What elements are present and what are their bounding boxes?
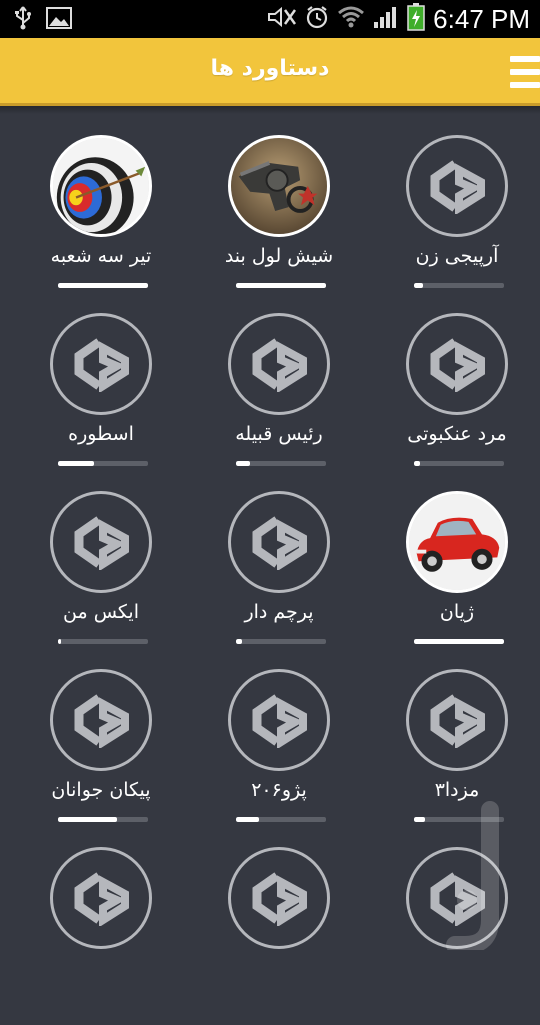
- achievement-progress-fill: [58, 817, 117, 822]
- achievement-progress-fill: [414, 461, 421, 466]
- hamburger-menu-icon[interactable]: [510, 56, 540, 88]
- clock-time: 6:47 PM: [433, 4, 530, 34]
- locked-logo-icon: [406, 669, 508, 771]
- achievement-label: رئیس قبیله: [235, 423, 323, 445]
- achievement-label: اسطوره: [68, 423, 134, 445]
- achievement-progress-bar: [58, 283, 148, 288]
- achievement-item[interactable]: پژو۲۰۶: [190, 669, 368, 847]
- achievement-label: ژیان: [439, 601, 475, 623]
- locked-logo-icon: [406, 313, 508, 415]
- achievement-item[interactable]: آرپیجی زن: [368, 135, 540, 313]
- achievement-progress-fill: [58, 461, 94, 466]
- achievement-progress-bar: [58, 461, 148, 466]
- locked-logo-icon: [50, 491, 152, 593]
- archery-target-icon: [50, 135, 152, 237]
- app-bar-shadow: [0, 106, 540, 114]
- achievement-item[interactable]: ژیان: [368, 491, 540, 669]
- achievement-label: پرچم دار: [244, 601, 314, 623]
- achievement-item[interactable]: [12, 847, 190, 1025]
- achievement-progress-fill: [58, 639, 61, 644]
- locked-logo-icon: [228, 491, 330, 593]
- achievement-progress-fill: [236, 283, 326, 288]
- achievement-item[interactable]: [190, 847, 368, 1025]
- achievement-progress-bar: [414, 639, 504, 644]
- locked-logo-icon: [50, 313, 152, 415]
- achievement-progress-bar: [414, 461, 504, 466]
- locked-logo-icon: [50, 847, 152, 949]
- achievement-label: ایکس من: [63, 601, 139, 623]
- achievement-label: شیش لول بند: [224, 245, 334, 267]
- achievement-label: مرد عنکبوتی: [407, 423, 507, 445]
- achievement-progress-fill: [58, 283, 148, 288]
- achievement-item[interactable]: پیکان جوانان: [12, 669, 190, 847]
- image-icon: [46, 7, 72, 33]
- achievement-progress-bar: [58, 817, 148, 822]
- locked-logo-icon: [228, 847, 330, 949]
- achievement-label: پیکان جوانان: [51, 779, 151, 801]
- achievement-label: تیر سه شعبه: [50, 245, 152, 267]
- achievement-progress-fill: [414, 283, 423, 288]
- wifi-icon: [337, 5, 365, 33]
- achievement-progress-bar: [236, 639, 326, 644]
- revolver-icon: [228, 135, 330, 237]
- achievement-item[interactable]: مرد عنکبوتی: [368, 313, 540, 491]
- achievement-item[interactable]: ایکس من: [12, 491, 190, 669]
- achievement-progress-bar: [236, 283, 326, 288]
- achievement-progress-fill: [414, 817, 425, 822]
- achievement-item[interactable]: شیش لول بند: [190, 135, 368, 313]
- achievement-item[interactable]: پرچم دار: [190, 491, 368, 669]
- achievement-label: آرپیجی زن: [415, 245, 499, 267]
- achievement-progress-bar: [414, 283, 504, 288]
- page-title: دستاورد ها: [210, 56, 330, 81]
- mute-icon: [267, 6, 297, 32]
- locked-logo-icon: [228, 313, 330, 415]
- achievement-progress-fill: [414, 639, 504, 644]
- watermark-logo-icon: [445, 800, 525, 954]
- achievement-progress-bar: [236, 461, 326, 466]
- achievement-progress-bar: [58, 639, 148, 644]
- achievement-progress-bar: [236, 817, 326, 822]
- red-car-icon: [406, 491, 508, 593]
- alarm-icon: [305, 5, 329, 33]
- locked-logo-icon: [50, 669, 152, 771]
- status-bar: 6:47 PM: [0, 0, 540, 38]
- achievement-label: مزدا۳: [434, 779, 480, 801]
- battery-charging-icon: [407, 3, 425, 35]
- usb-icon: [14, 6, 32, 34]
- app-bar: دستاورد ها: [0, 38, 540, 106]
- achievement-label: پژو۲۰۶: [251, 779, 307, 801]
- achievement-progress-fill: [236, 639, 243, 644]
- achievement-item[interactable]: رئیس قبیله: [190, 313, 368, 491]
- locked-logo-icon: [406, 135, 508, 237]
- achievement-progress-fill: [236, 461, 250, 466]
- achievement-progress-fill: [236, 817, 259, 822]
- achievement-item[interactable]: تیر سه شعبه: [12, 135, 190, 313]
- achievement-item[interactable]: اسطوره: [12, 313, 190, 491]
- signal-icon: [373, 5, 399, 33]
- locked-logo-icon: [228, 669, 330, 771]
